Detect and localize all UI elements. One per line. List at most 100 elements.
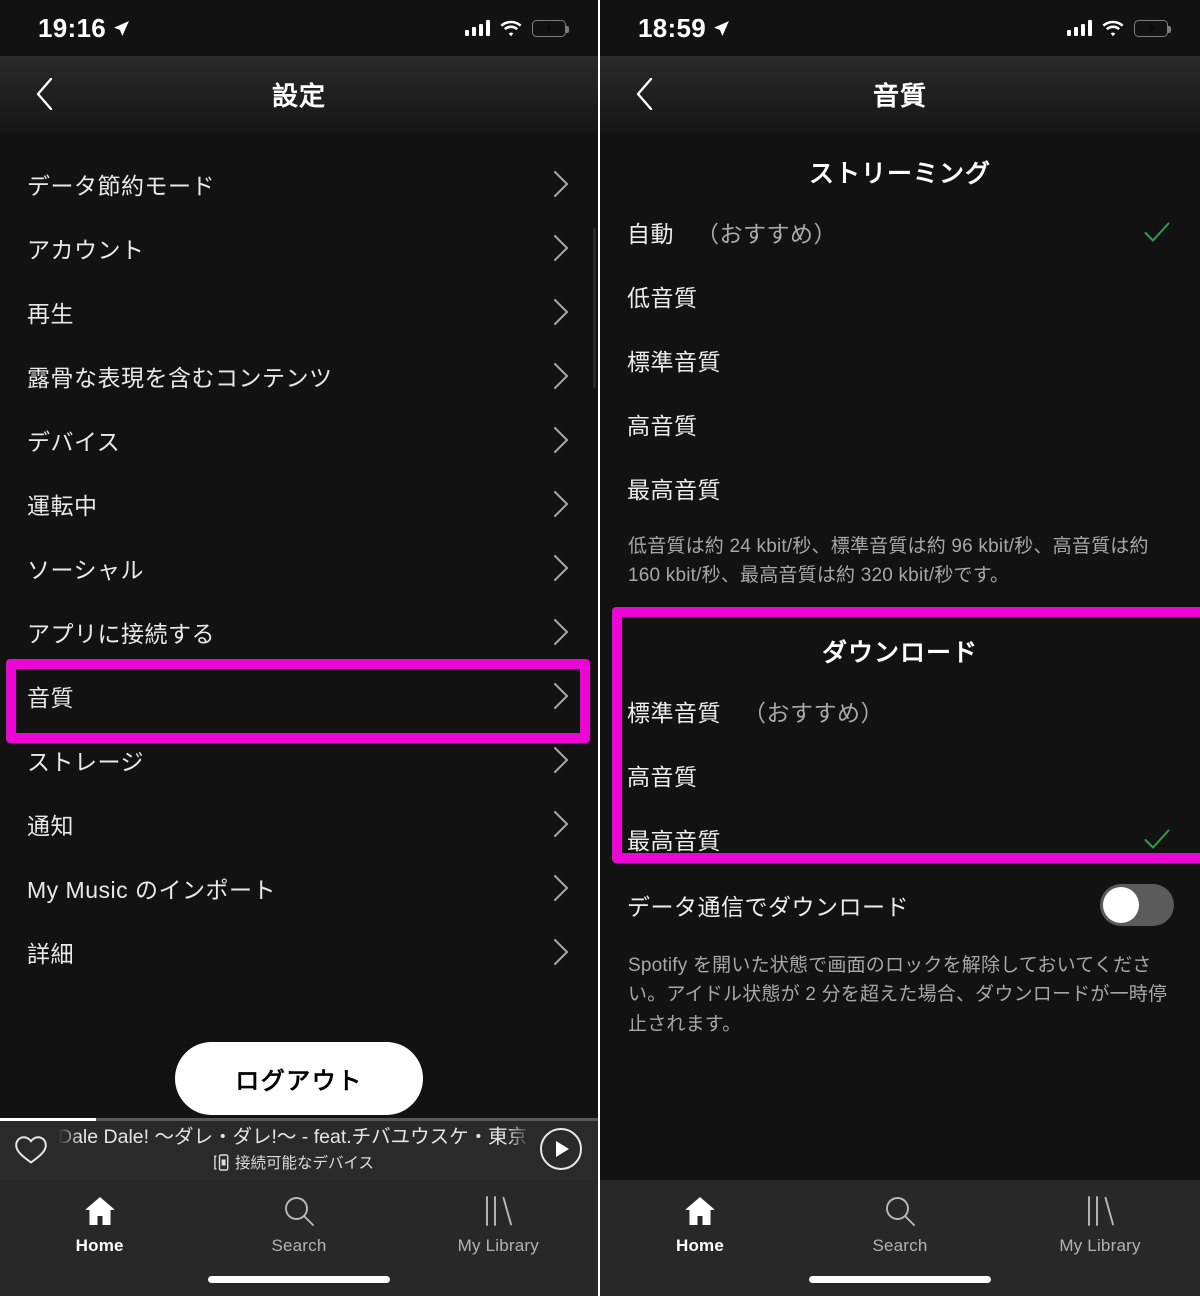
tab-my-library-label: My Library xyxy=(457,1236,539,1255)
settings-row-label: データ節約モード xyxy=(27,173,215,199)
nav-bar-right: 音質 xyxy=(600,56,1200,132)
settings-row-label: ストレージ xyxy=(27,749,145,775)
status-time: 18:59 xyxy=(638,12,706,43)
sidebar-item-notifications[interactable]: 通知 xyxy=(0,792,598,856)
tab-home-label: Home xyxy=(75,1236,124,1255)
option-label: 最高音質 xyxy=(627,477,721,503)
logout-button[interactable]: ログアウト xyxy=(175,1042,423,1115)
location-arrow-icon xyxy=(114,20,129,36)
sidebar-item-connect-apps[interactable]: アプリに接続する xyxy=(0,600,598,664)
sidebar-item-audio-quality[interactable]: 音質 xyxy=(0,664,598,728)
sidebar-item-car-mode[interactable]: 運転中 xyxy=(0,472,598,536)
sidebar-item-data-saver[interactable]: データ節約モード xyxy=(0,152,598,216)
settings-row-label: 運転中 xyxy=(27,493,98,519)
tab-search[interactable]: Search xyxy=(800,1194,1000,1256)
home-indicator xyxy=(208,1276,390,1283)
audio-quality-scroll-area[interactable]: ストリーミング 自動 （おすすめ） 低音質 標準音質 高音質 最高音質 低音質は… xyxy=(600,132,1200,1296)
settings-row-label: 露骨な表現を含むコンテンツ xyxy=(27,365,333,391)
status-left-group: 18:59 xyxy=(638,13,730,44)
tab-home[interactable]: Home xyxy=(0,1194,199,1256)
now-playing-text: Dale Dale! 〜ダレ・ダレ!〜 - feat.チバユウスケ・東京スカパ … xyxy=(48,1125,540,1173)
home-icon xyxy=(684,1194,716,1228)
sidebar-item-import-my-music[interactable]: My Music のインポート xyxy=(0,856,598,920)
option-label: 最高音質 xyxy=(627,827,721,854)
status-left-group: 19:16 xyxy=(38,13,130,44)
toggle-label: データ通信でダウンロード xyxy=(627,893,909,920)
streaming-option-low[interactable]: 低音質 xyxy=(600,264,1200,328)
status-time: 19:16 xyxy=(38,12,106,43)
playback-progress xyxy=(0,1118,598,1121)
play-button[interactable] xyxy=(540,1128,582,1170)
streaming-option-auto[interactable]: 自動 （おすすめ） xyxy=(600,200,1200,264)
home-indicator xyxy=(809,1276,991,1283)
wifi-icon xyxy=(500,20,522,36)
tab-my-library[interactable]: My Library xyxy=(399,1194,598,1256)
option-label: 高音質 xyxy=(627,763,698,790)
chevron-right-icon xyxy=(554,683,568,709)
chevron-right-icon xyxy=(554,171,568,197)
toggle-knob xyxy=(1103,886,1139,923)
chevron-left-icon xyxy=(636,78,652,110)
status-bar-right: 18:59 xyxy=(600,0,1200,56)
streaming-section-heading: ストリーミング xyxy=(808,160,991,188)
download-option-very-high[interactable]: 最高音質 xyxy=(600,807,1200,871)
option-hint: （おすすめ） xyxy=(743,699,884,726)
search-icon xyxy=(283,1194,315,1228)
sidebar-item-account[interactable]: アカウント xyxy=(0,216,598,280)
tab-my-library[interactable]: My Library xyxy=(1000,1194,1200,1256)
settings-row-label: アプリに接続する xyxy=(27,621,215,647)
screen-audio-quality: 18:59 音質 ストリーミング 自動 （おすすめ） 低音質 標準音質 高音質 … xyxy=(600,0,1200,1296)
heart-outline-icon[interactable] xyxy=(14,1134,48,1165)
status-right-group xyxy=(464,19,569,37)
chevron-right-icon xyxy=(554,939,568,965)
check-icon xyxy=(1144,222,1170,242)
download-option-normal[interactable]: 標準音質 （おすすめ） xyxy=(600,679,1200,743)
connect-device-icon xyxy=(214,1153,229,1171)
back-button[interactable] xyxy=(622,72,666,116)
sidebar-item-details[interactable]: 詳細 xyxy=(0,920,598,984)
download-section-heading: ダウンロード xyxy=(821,638,978,667)
option-label: 標準音質 xyxy=(627,349,721,375)
screen-settings: 19:16 設定 データ節約モード アカウント 再生 露骨な表現を含むコンテンツ… xyxy=(0,0,600,1296)
my-library-icon xyxy=(482,1194,514,1228)
option-label: 高音質 xyxy=(627,413,698,439)
location-arrow-icon xyxy=(714,20,729,36)
settings-row-label: ソーシャル xyxy=(27,557,145,583)
streaming-option-high[interactable]: 高音質 xyxy=(600,392,1200,456)
chevron-right-icon xyxy=(554,811,568,837)
streaming-option-very-high[interactable]: 最高音質 xyxy=(600,456,1200,520)
tab-home-label: Home xyxy=(675,1236,725,1255)
back-button[interactable] xyxy=(22,72,66,116)
chevron-right-icon xyxy=(554,875,568,901)
status-bar-left: 19:16 xyxy=(0,0,598,56)
settings-list: データ節約モード アカウント 再生 露骨な表現を含むコンテンツ デバイス 運転中… xyxy=(0,132,598,984)
now-playing-bar[interactable]: Dale Dale! 〜ダレ・ダレ!〜 - feat.チバユウスケ・東京スカパ … xyxy=(0,1118,598,1180)
download-option-high[interactable]: 高音質 xyxy=(600,743,1200,807)
search-icon xyxy=(884,1194,916,1228)
download-over-cellular-row[interactable]: データ通信でダウンロード xyxy=(600,871,1200,939)
sidebar-item-playback[interactable]: 再生 xyxy=(0,280,598,344)
option-label: 自動 xyxy=(627,221,674,247)
settings-row-label: 通知 xyxy=(27,813,74,839)
sidebar-item-social[interactable]: ソーシャル xyxy=(0,536,598,600)
tab-search[interactable]: Search xyxy=(199,1194,398,1256)
wifi-icon xyxy=(1102,20,1124,36)
chevron-right-icon xyxy=(554,235,568,261)
cellular-signal-icon xyxy=(1066,20,1092,36)
chevron-right-icon xyxy=(554,299,568,325)
chevron-right-icon xyxy=(554,555,568,581)
settings-row-label: 詳細 xyxy=(27,941,74,967)
download-description: Spotify を開いた状態で画面のロックを解除しておいてください。アイドル状態… xyxy=(628,954,1168,1035)
streaming-option-normal[interactable]: 標準音質 xyxy=(600,328,1200,392)
my-library-icon xyxy=(1084,1194,1116,1228)
page-title: 音質 xyxy=(872,80,927,111)
download-over-cellular-toggle[interactable] xyxy=(1100,883,1174,926)
now-playing-subtitle-row[interactable]: 接続可能なデバイス xyxy=(58,1151,530,1173)
settings-row-label: My Music のインポート xyxy=(27,877,276,903)
now-playing-subtitle: 接続可能なデバイス xyxy=(234,1155,375,1173)
check-icon xyxy=(1144,829,1170,849)
tab-home[interactable]: Home xyxy=(600,1194,800,1256)
sidebar-item-devices[interactable]: デバイス xyxy=(0,408,598,472)
sidebar-item-explicit-content[interactable]: 露骨な表現を含むコンテンツ xyxy=(0,344,598,408)
sidebar-item-storage[interactable]: ストレージ xyxy=(0,728,598,792)
